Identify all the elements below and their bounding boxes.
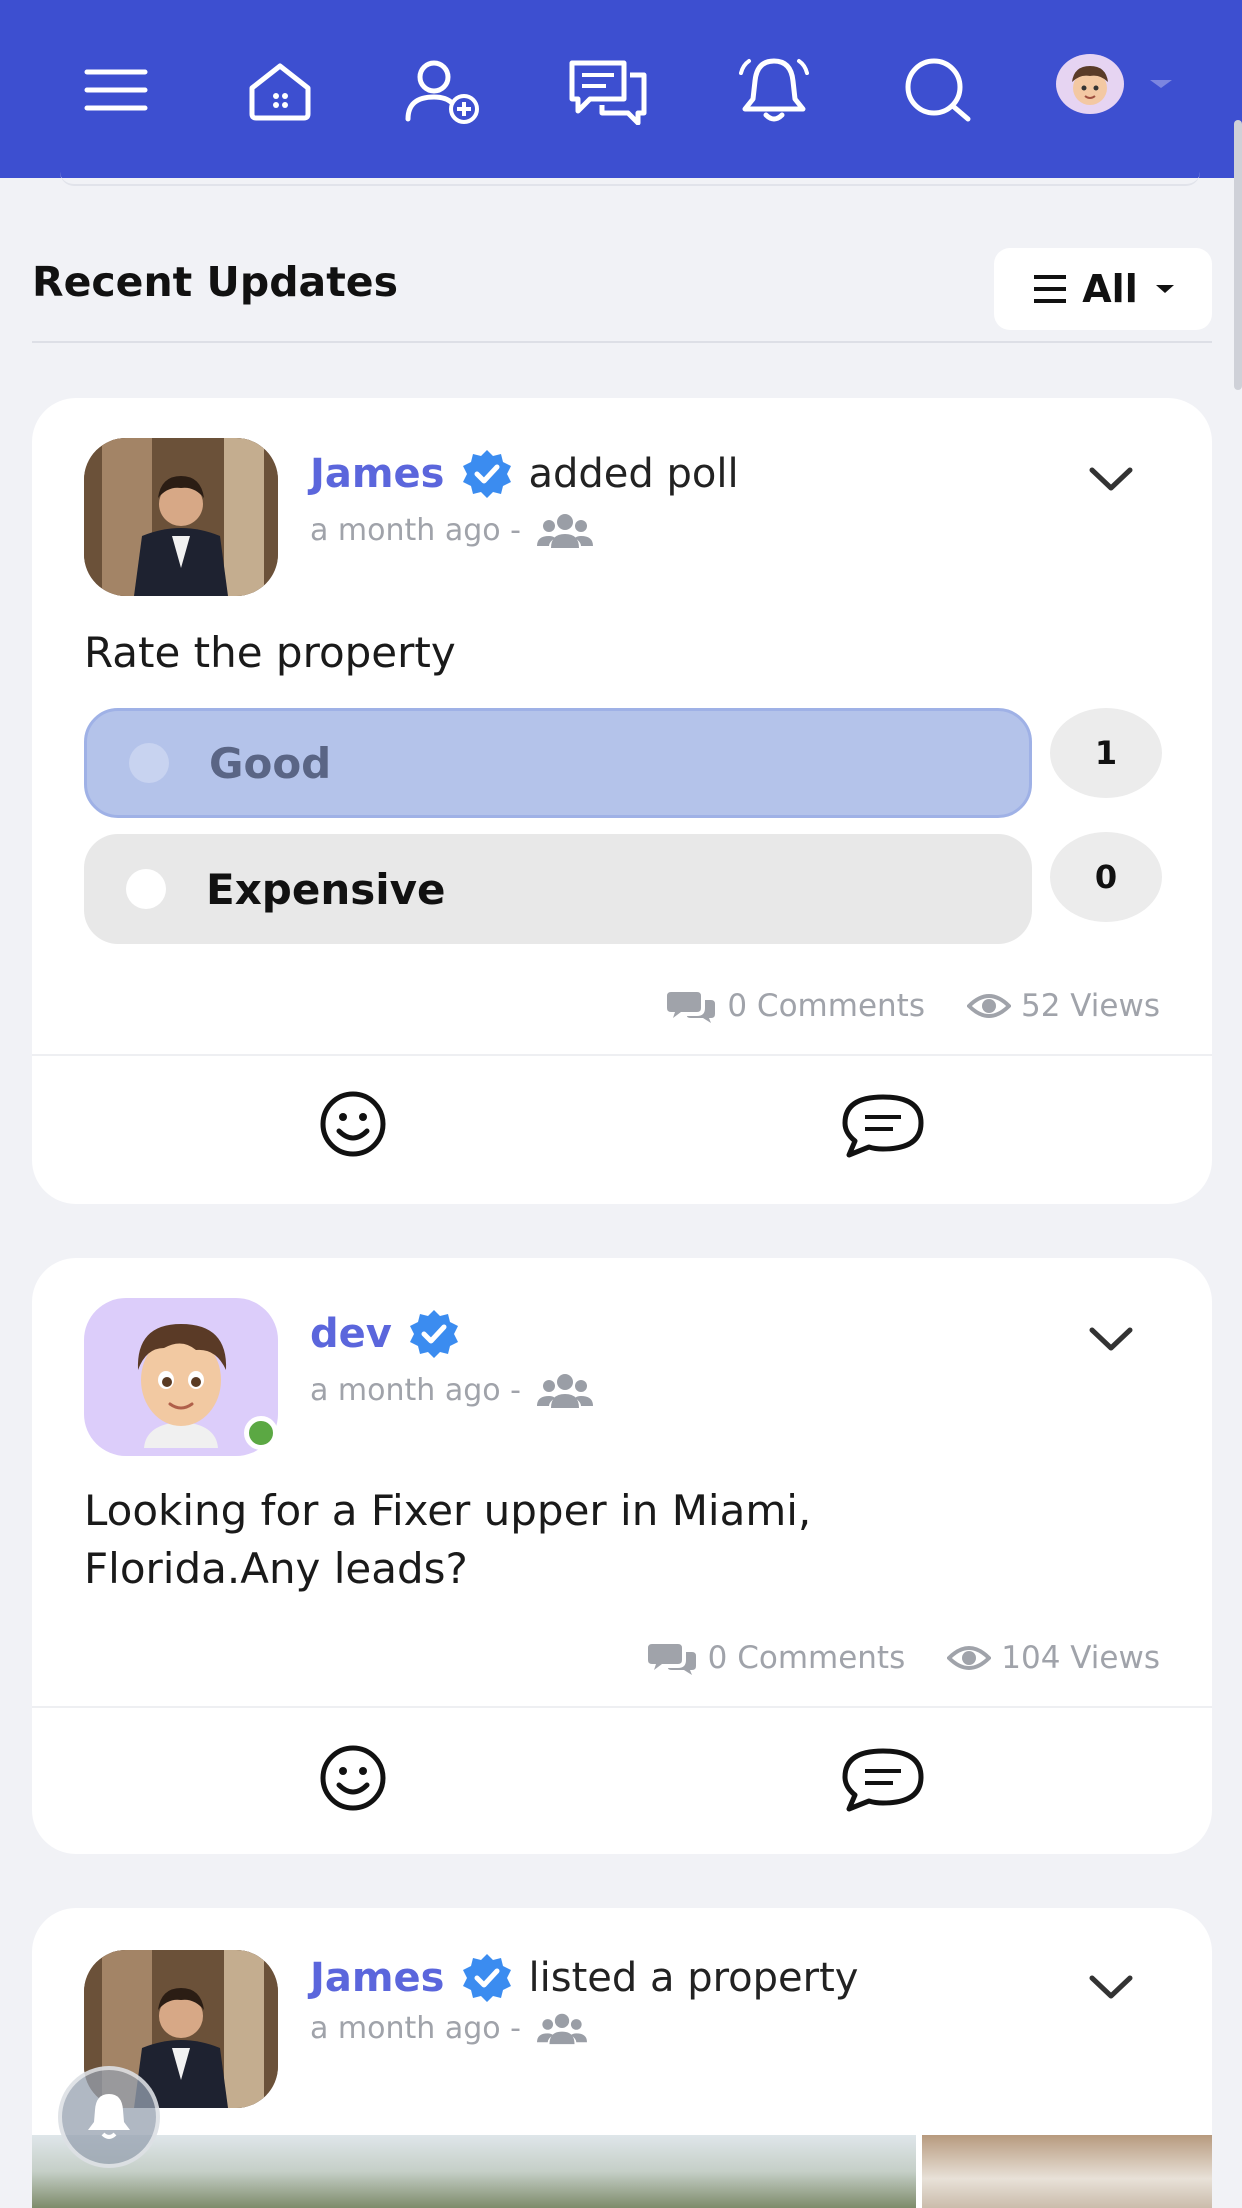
author-name[interactable]: James <box>310 1955 445 2001</box>
post-time-line: a month ago - <box>310 1370 593 1410</box>
eye-icon <box>947 1646 992 1670</box>
comments-icon <box>647 1644 696 1675</box>
verified-badge-icon <box>409 1310 458 1358</box>
comments-icon <box>667 992 716 1023</box>
chevron-down-icon[interactable] <box>1086 1320 1136 1356</box>
text-post-card: dev a month ago - Looking for a Fixer up… <box>32 1258 1212 1854</box>
views-count: 104 Views <box>947 1640 1160 1676</box>
post-body: Looking for a Fixer upper in Miami, Flor… <box>84 1486 812 1593</box>
smiley-icon <box>320 1091 386 1157</box>
chevron-down-icon[interactable] <box>1086 1968 1136 2004</box>
group-audience-icon <box>536 1374 593 1408</box>
chevron-down-icon[interactable] <box>1086 460 1136 496</box>
post-time-line: a month ago - <box>310 2010 587 2046</box>
post-stats: 0 Comments 52 Views <box>667 988 1160 1024</box>
poll-option-expensive[interactable]: Expensive <box>84 834 1032 944</box>
poll-vote-count: 1 <box>1050 708 1162 798</box>
author-name[interactable]: James <box>310 451 445 497</box>
comments-count[interactable]: 0 Comments <box>647 1640 906 1676</box>
post-header: James added poll <box>310 448 739 500</box>
property-photo[interactable] <box>32 2135 916 2208</box>
react-button[interactable] <box>308 1084 398 1164</box>
post-time: a month ago - <box>310 2010 521 2046</box>
post-time: a month ago - <box>310 1372 521 1408</box>
scrollbar[interactable] <box>1234 120 1242 390</box>
radio-button[interactable] <box>129 743 169 783</box>
bell-icon[interactable] <box>732 52 816 128</box>
collapsed-card-edge <box>60 172 1200 186</box>
filter-label: All <box>1082 267 1138 311</box>
views-count: 52 Views <box>966 988 1160 1024</box>
comment-bubble-icon <box>842 1748 924 1812</box>
bell-icon <box>88 2094 130 2139</box>
filter-dropdown[interactable]: All <box>994 248 1212 330</box>
profile-avatar[interactable] <box>1056 54 1124 114</box>
comments-label: 0 Comments <box>727 988 925 1024</box>
poll-post-card: James added poll a month ago - Rate the … <box>32 398 1212 1204</box>
section-divider <box>32 341 1212 343</box>
group-audience-icon <box>536 514 593 548</box>
floating-notification-button[interactable] <box>58 2066 160 2168</box>
online-status-dot <box>244 1416 278 1450</box>
poll-vote-count: 0 <box>1050 832 1162 922</box>
comment-button[interactable] <box>838 1740 928 1820</box>
radio-button[interactable] <box>126 869 166 909</box>
card-divider <box>32 1054 1212 1056</box>
smiley-icon <box>320 1745 386 1811</box>
top-navbar <box>0 0 1242 178</box>
comment-button[interactable] <box>838 1086 928 1166</box>
caret-down-icon <box>1155 285 1174 293</box>
post-header: James listed a property <box>310 1952 858 2004</box>
comments-label: 0 Comments <box>707 1640 906 1676</box>
poll-option-good[interactable]: Good <box>84 708 1032 818</box>
poll-question: Rate the property <box>84 628 456 677</box>
poll-option-label: Expensive <box>206 864 446 914</box>
group-audience-icon <box>536 2013 587 2045</box>
views-label: 104 Views <box>1001 1640 1160 1676</box>
verified-badge-icon <box>462 1954 511 2002</box>
card-divider <box>32 1706 1212 1708</box>
verified-badge-icon <box>462 450 511 498</box>
views-label: 52 Views <box>1020 988 1160 1024</box>
property-photo[interactable] <box>922 2135 1212 2208</box>
react-button[interactable] <box>308 1738 398 1818</box>
poll-option-label: Good <box>209 738 332 788</box>
property-images <box>32 2135 1212 2208</box>
menu-icon[interactable] <box>74 52 158 128</box>
comment-bubble-icon <box>842 1094 924 1158</box>
section-title: Recent Updates <box>32 258 399 306</box>
post-action: listed a property <box>528 1955 859 2001</box>
post-time-line: a month ago - <box>310 510 593 550</box>
profile-dropdown-caret[interactable] <box>1150 80 1172 88</box>
post-action: added poll <box>528 451 739 497</box>
eye-icon <box>966 994 1011 1018</box>
home-icon[interactable] <box>238 52 322 128</box>
author-avatar[interactable] <box>84 438 278 596</box>
search-icon[interactable] <box>896 52 980 128</box>
author-avatar[interactable] <box>84 1298 278 1456</box>
post-stats: 0 Comments 104 Views <box>647 1640 1160 1676</box>
messages-icon[interactable] <box>566 52 650 128</box>
list-icon <box>1034 275 1067 303</box>
author-name[interactable]: dev <box>310 1311 392 1357</box>
post-header: dev <box>310 1308 460 1360</box>
add-user-icon[interactable] <box>402 52 486 128</box>
post-time: a month ago - <box>310 512 521 548</box>
comments-count[interactable]: 0 Comments <box>667 988 925 1024</box>
